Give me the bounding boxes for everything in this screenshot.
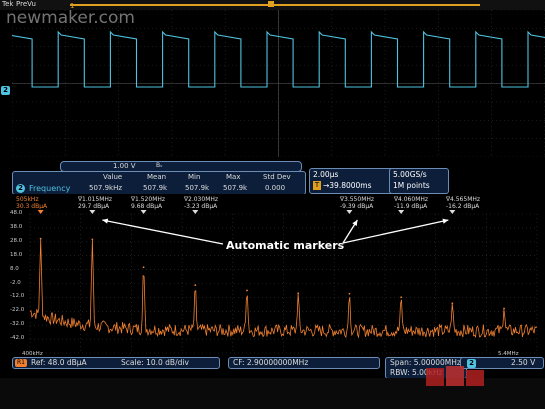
value-cell: 507.9kHz: [89, 184, 123, 192]
marker-amp: 29.7 dBµA: [78, 203, 110, 210]
acquisition-readout[interactable]: 5.00GS/s 1M points: [389, 168, 449, 194]
spectrum-peak: [451, 302, 454, 305]
center-frequency-readout[interactable]: CF: 2.90000000MHz: [228, 357, 380, 369]
header-mean: Mean: [147, 173, 167, 181]
marker-freq: ∇2.030MHz: [184, 196, 219, 203]
ref-badge: R1: [15, 359, 27, 367]
marker-readouts: 505kHz 30.3 dBµA ∇1.015MHz 29.7 dBµA ∇1.…: [10, 194, 545, 216]
spectrum-peak: [503, 307, 505, 310]
vertical-scale: 1.00 V: [113, 162, 136, 170]
spectrum-peak: [39, 237, 42, 240]
header-max: Max: [226, 173, 241, 181]
automatic-markers-annotation: Automatic markers: [226, 239, 345, 252]
record-length: 1M points: [393, 181, 430, 190]
horizontal-delay: →39.8000ms: [323, 181, 372, 190]
spectrum-plot[interactable]: [10, 194, 545, 359]
watermark: newmaker.com: [6, 8, 135, 28]
std-dev-cell: 0.000: [265, 184, 286, 192]
marker-amp: 9.68 dBµA: [131, 203, 163, 210]
brand-label: Tek: [2, 0, 14, 8]
y-tick-label: -42.0: [10, 335, 25, 342]
spectrum-peak: [246, 289, 248, 292]
marker-amp: -9.39 dBµA: [340, 203, 374, 210]
marker-freq: ∇1.520MHz: [131, 196, 166, 203]
vertical-scale-db: Scale: 10.0 dB/div: [121, 358, 189, 367]
y-tick-label: 38.0: [10, 223, 23, 230]
channel-scale: 2.50 V: [511, 358, 536, 367]
bandwidth-icon: Bᵥ: [156, 162, 163, 169]
y-tick-label: 28.0: [10, 237, 23, 244]
horizontal-readout[interactable]: 2.00µs T →39.8000ms: [309, 168, 397, 194]
center-frequency: CF: 2.90000000MHz: [233, 358, 309, 367]
marker-freq: ∇4.060MHz: [394, 196, 429, 203]
arrow-head: [442, 218, 449, 224]
marker-amp: -16.2 dBµA: [446, 203, 480, 210]
trigger-position-icon[interactable]: [268, 1, 274, 7]
y-tick-label: 48.0: [10, 210, 23, 216]
y-tick-label: 18.0: [10, 251, 23, 258]
sample-rate: 5.00GS/s: [393, 170, 427, 179]
timebase: 2.00µs: [313, 170, 339, 179]
spectrum-peak: [142, 266, 145, 269]
arrow-head: [102, 218, 109, 224]
measurement-readout[interactable]: 2 Frequency Value Mean Min Max Std Dev 5…: [12, 171, 306, 195]
spectrum-peak: [297, 292, 300, 295]
y-axis: 48.0 38.0 28.0 18.0 8.0 -2.0 -12.0 -22.0 -32.0 -4…: [10, 194, 30, 359]
mean-cell: 507.9k: [143, 184, 168, 192]
measurement-ch-badge: 2: [16, 184, 25, 193]
marker-amp: -11.9 dBµA: [394, 203, 428, 210]
marker-freq: ∇3.550MHz: [340, 196, 375, 203]
spectrum-peak: [400, 296, 403, 299]
arrow-line: [342, 219, 449, 244]
time-grid: [12, 10, 545, 157]
y-tick-label: -2.0: [10, 279, 21, 286]
spectrum-peak: [348, 292, 351, 295]
arrow-line: [102, 219, 224, 245]
reference-readout[interactable]: R1 Ref: 48.0 dBµA Scale: 10.0 dB/div: [12, 357, 220, 369]
y-tick-label: 8.0: [10, 265, 19, 272]
ch2-ground-marker[interactable]: 2: [1, 86, 10, 95]
max-cell: 507.9k: [223, 184, 248, 192]
trigger-icon: T: [313, 181, 321, 190]
spectrum-peak: [91, 238, 94, 241]
site-logo: [426, 366, 484, 386]
time-domain-plot[interactable]: [12, 10, 545, 157]
reference-level: Ref: 48.0 dBµA: [31, 358, 87, 367]
spectrum-peak: [194, 284, 197, 287]
header-std-dev: Std Dev: [263, 173, 291, 181]
header-min: Min: [188, 173, 201, 181]
y-tick-label: -32.0: [10, 321, 25, 328]
measurement-label: Frequency: [29, 184, 71, 193]
header-value: Value: [103, 173, 123, 181]
y-tick-label: -22.0: [10, 307, 25, 314]
acquisition-mode: PreVu: [16, 0, 36, 8]
marker-amp: -3.23 dBµA: [184, 203, 218, 210]
y-tick-label: -12.0: [10, 293, 25, 300]
marker-freq: ∇4.565MHz: [446, 196, 481, 203]
record-view-bar[interactable]: [70, 4, 480, 6]
min-cell: 507.9k: [185, 184, 210, 192]
marker-freq: ∇1.015MHz: [78, 196, 113, 203]
